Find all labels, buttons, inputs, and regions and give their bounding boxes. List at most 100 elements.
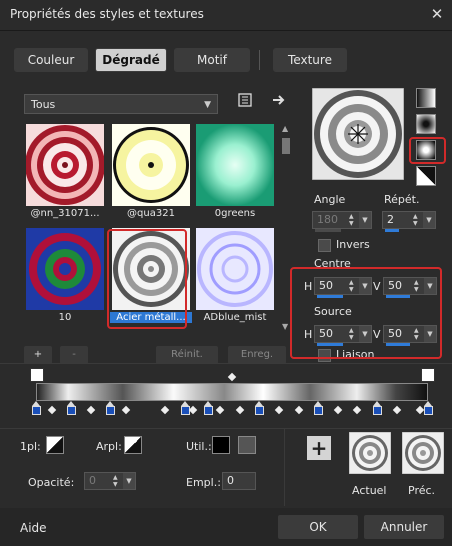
highlight-box — [107, 229, 187, 329]
chevron-down-icon[interactable]: ▼ — [423, 212, 435, 228]
radial-style-button[interactable] — [416, 166, 436, 186]
back-plan-label: Arpl: — [96, 440, 122, 453]
gradient-thumbnail — [112, 124, 190, 206]
ok-button[interactable]: OK — [278, 515, 358, 539]
chevron-down-icon[interactable]: ▼ — [123, 473, 135, 489]
previous-label: Préc. — [408, 484, 436, 497]
user-color-swatch[interactable] — [212, 436, 230, 454]
gallery-item-label: 10 — [58, 312, 72, 323]
invert-checkbox[interactable] — [318, 239, 331, 252]
cancel-button[interactable]: Annuler — [364, 515, 444, 539]
rectangular-style-button[interactable] — [416, 114, 436, 134]
tab-couleur[interactable]: Couleur — [14, 48, 88, 72]
gallery-item[interactable]: @qua321 — [110, 122, 192, 224]
gradient-preview[interactable] — [312, 88, 404, 180]
help-link[interactable]: Aide — [20, 521, 47, 535]
back-plan-swatch[interactable] — [124, 436, 142, 454]
angle-slider-bar[interactable] — [315, 229, 341, 232]
background-marker-icon[interactable] — [421, 368, 435, 382]
angle-spinner[interactable]: 180 ▲ ▼ ▼ — [312, 211, 372, 232]
repeat-value: 2 — [387, 213, 394, 226]
arrow-right-icon[interactable] — [270, 92, 288, 110]
gallery-item[interactable]: 10 — [24, 226, 106, 328]
scroll-down-icon[interactable]: ▼ — [282, 322, 288, 331]
gradient-thumbnail — [26, 228, 104, 310]
gallery-item-label: @qua321 — [127, 208, 175, 219]
tab-degrade[interactable]: Dégradé — [95, 48, 167, 72]
tab-texture[interactable]: Texture — [273, 48, 347, 72]
updown-icon[interactable]: ▲ ▼ — [113, 474, 122, 488]
previous-preview[interactable] — [402, 432, 444, 474]
gradient-thumbnail — [196, 228, 274, 310]
color-midpoint-marker[interactable] — [392, 405, 401, 415]
gradient-thumbnail — [26, 124, 104, 206]
location-input[interactable]: 0 — [222, 472, 256, 490]
linear-style-button[interactable] — [416, 88, 436, 108]
foreground-marker-icon[interactable] — [30, 368, 44, 382]
preset-category-select[interactable]: Tous ▼ — [24, 94, 218, 114]
color-midpoint-marker[interactable] — [294, 405, 303, 415]
color-stop-marker[interactable] — [314, 406, 324, 415]
first-plan-swatch[interactable] — [46, 436, 64, 454]
color-stop-marker[interactable] — [424, 406, 433, 415]
color-stop-marker[interactable] — [204, 406, 214, 415]
color-midpoint-marker[interactable] — [215, 405, 225, 415]
highlight-box — [409, 137, 446, 164]
divider — [0, 363, 452, 364]
updown-icon[interactable]: ▲ ▼ — [413, 213, 422, 227]
gallery-item-label: ADblue_mist — [203, 312, 267, 323]
color-midpoint-marker[interactable] — [235, 405, 245, 415]
chevron-down-icon[interactable]: ▼ — [359, 212, 371, 228]
reset-button[interactable]: Réinit. — [156, 346, 218, 364]
gradient-bar[interactable] — [36, 383, 428, 401]
color-stop-marker[interactable] — [106, 406, 116, 415]
location-value: 0 — [227, 474, 234, 487]
gallery-item[interactable]: 0greens — [194, 122, 276, 224]
first-plan-label: 1pl: — [20, 440, 41, 453]
color-stop-marker[interactable] — [373, 406, 383, 415]
close-button[interactable]: ✕ — [428, 5, 446, 23]
color-midpoint-marker[interactable] — [353, 405, 362, 415]
color-midpoint-marker[interactable] — [86, 405, 96, 415]
chevron-down-icon: ▼ — [204, 100, 211, 110]
remove-preset-button[interactable]: - — [60, 346, 88, 364]
current-preview[interactable] — [349, 432, 391, 474]
scrollbar-thumb[interactable] — [282, 138, 290, 154]
gallery-item-label: @nn_31071... — [30, 208, 100, 219]
add-icon[interactable]: + — [307, 436, 331, 460]
color-stop-marker[interactable] — [32, 406, 41, 415]
file-manager-icon[interactable] — [236, 92, 254, 110]
repeat-slider-bar[interactable] — [385, 229, 399, 232]
color-midpoint-marker[interactable] — [333, 405, 343, 415]
repeat-label: Répét. — [384, 193, 420, 206]
user-color-swatch-2[interactable] — [238, 436, 256, 454]
gallery-item-label: 0greens — [214, 208, 256, 219]
opacity-label: Opacité: — [28, 476, 75, 489]
color-midpoint-marker[interactable] — [47, 405, 56, 415]
preset-category-value: Tous — [31, 98, 56, 111]
add-preset-button[interactable]: + — [24, 346, 52, 364]
save-preset-button[interactable]: Enreg. — [228, 346, 286, 364]
tab-motif[interactable]: Motif — [174, 48, 250, 72]
color-stop-marker[interactable] — [67, 406, 77, 415]
gradient-thumbnail — [196, 124, 274, 206]
tab-divider — [259, 50, 260, 70]
gallery-item[interactable]: ADblue_mist — [194, 226, 276, 328]
opacity-spinner[interactable]: 0 ▲ ▼ ▼ — [84, 472, 136, 490]
user-label: Util.: — [186, 440, 212, 453]
gallery-item[interactable]: @nn_31071... — [24, 122, 106, 224]
window-title: Propriétés des styles et textures — [10, 7, 204, 21]
angle-value: 180 — [317, 213, 338, 226]
invert-label: Invers — [336, 238, 370, 251]
location-label: Empl.: — [186, 476, 221, 489]
updown-icon[interactable]: ▲ ▼ — [349, 213, 358, 227]
divider — [284, 428, 285, 506]
color-midpoint-marker[interactable] — [161, 405, 170, 415]
color-midpoint-marker[interactable] — [121, 405, 131, 415]
repeat-spinner[interactable]: 2 ▲ ▼ ▼ — [382, 211, 436, 232]
scroll-up-icon[interactable]: ▲ — [282, 124, 288, 133]
color-midpoint-marker[interactable] — [274, 405, 284, 415]
opacity-midpoint-icon[interactable] — [227, 372, 237, 382]
color-stop-marker[interactable] — [255, 406, 265, 415]
angle-label: Angle — [314, 193, 346, 206]
